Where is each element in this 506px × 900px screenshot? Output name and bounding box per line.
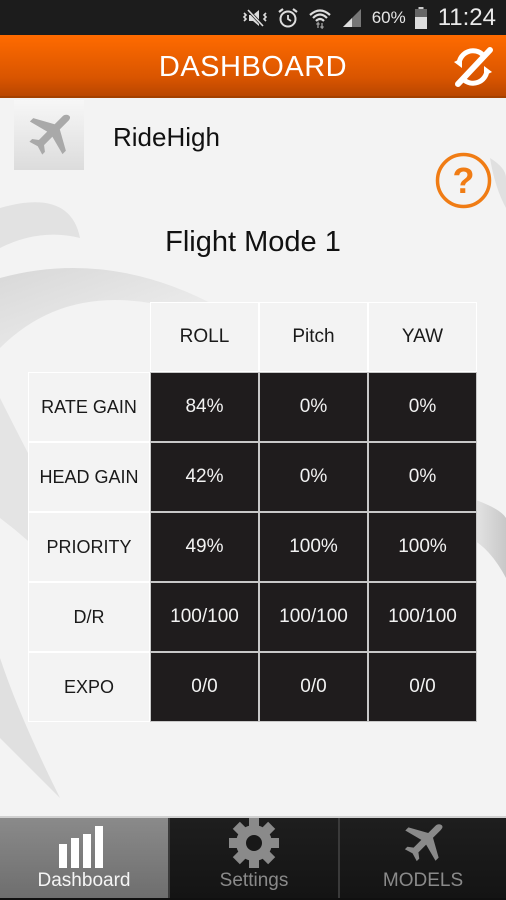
dashboard-content: RideHigh ? Flight Mode 1 ROLL Pitch YAW RAT… (0, 98, 506, 816)
tab-models[interactable]: MODELS (338, 818, 506, 898)
sync-disabled-button[interactable] (450, 44, 496, 90)
silent-vibrate-icon (242, 8, 268, 28)
value-cell[interactable]: 100/100 (368, 582, 477, 652)
help-button[interactable]: ? (435, 152, 492, 209)
row-label: RATE GAIN (28, 372, 150, 442)
page-title: DASHBOARD (158, 51, 348, 83)
value-cell[interactable]: 100/100 (259, 582, 368, 652)
value-cell[interactable]: 0% (259, 372, 368, 442)
battery-icon (414, 6, 427, 29)
value-cell[interactable]: 0/0 (368, 652, 477, 722)
value-cell[interactable]: 0/0 (259, 652, 368, 722)
battery-percent: 60% (371, 7, 406, 27)
airplane-icon (29, 114, 71, 155)
tab-settings[interactable]: Settings (168, 818, 338, 898)
value-cell[interactable]: 0% (368, 442, 477, 512)
tab-dashboard[interactable]: Dashboard (0, 818, 168, 898)
value-cell[interactable]: 42% (150, 442, 259, 512)
column-header: Pitch (259, 302, 368, 372)
help-icon: ? (435, 152, 492, 209)
signal-icon (341, 8, 363, 28)
sync-disabled-icon (454, 47, 493, 87)
column-header: YAW (368, 302, 477, 372)
bar-chart-icon (59, 826, 103, 868)
value-cell[interactable]: 100% (259, 512, 368, 582)
wifi-icon (308, 7, 332, 29)
value-cell[interactable]: 84% (150, 372, 259, 442)
model-name: RideHigh (113, 122, 220, 152)
tab-label: Settings (219, 870, 289, 891)
svg-text:?: ? (453, 160, 475, 201)
value-cell[interactable]: 100/100 (150, 582, 259, 652)
column-header: ROLL (150, 302, 259, 372)
value-cell[interactable]: 100% (368, 512, 477, 582)
row-label: EXPO (28, 652, 150, 722)
alarm-icon (277, 7, 299, 29)
gear-icon (229, 818, 279, 868)
value-cell[interactable]: 49% (150, 512, 259, 582)
flight-mode-title: Flight Mode 1 (165, 226, 341, 258)
tab-label: MODELS (382, 870, 464, 891)
value-cell[interactable]: 0% (368, 372, 477, 442)
row-label: PRIORITY (28, 512, 150, 582)
value-cell[interactable]: 0% (259, 442, 368, 512)
row-label: D/R (28, 582, 150, 652)
clock: 11:24 (437, 3, 496, 31)
tab-label: Dashboard (37, 870, 131, 891)
status-bar: 60% 11:24 (0, 0, 506, 35)
row-label: HEAD GAIN (28, 442, 150, 512)
value-cell[interactable]: 0/0 (150, 652, 259, 722)
action-bar: DASHBOARD (0, 35, 506, 98)
bottom-tab-bar: Dashboard Settings MODELS (0, 816, 506, 900)
airplane-icon (404, 824, 443, 862)
model-thumbnail[interactable] (14, 100, 84, 170)
